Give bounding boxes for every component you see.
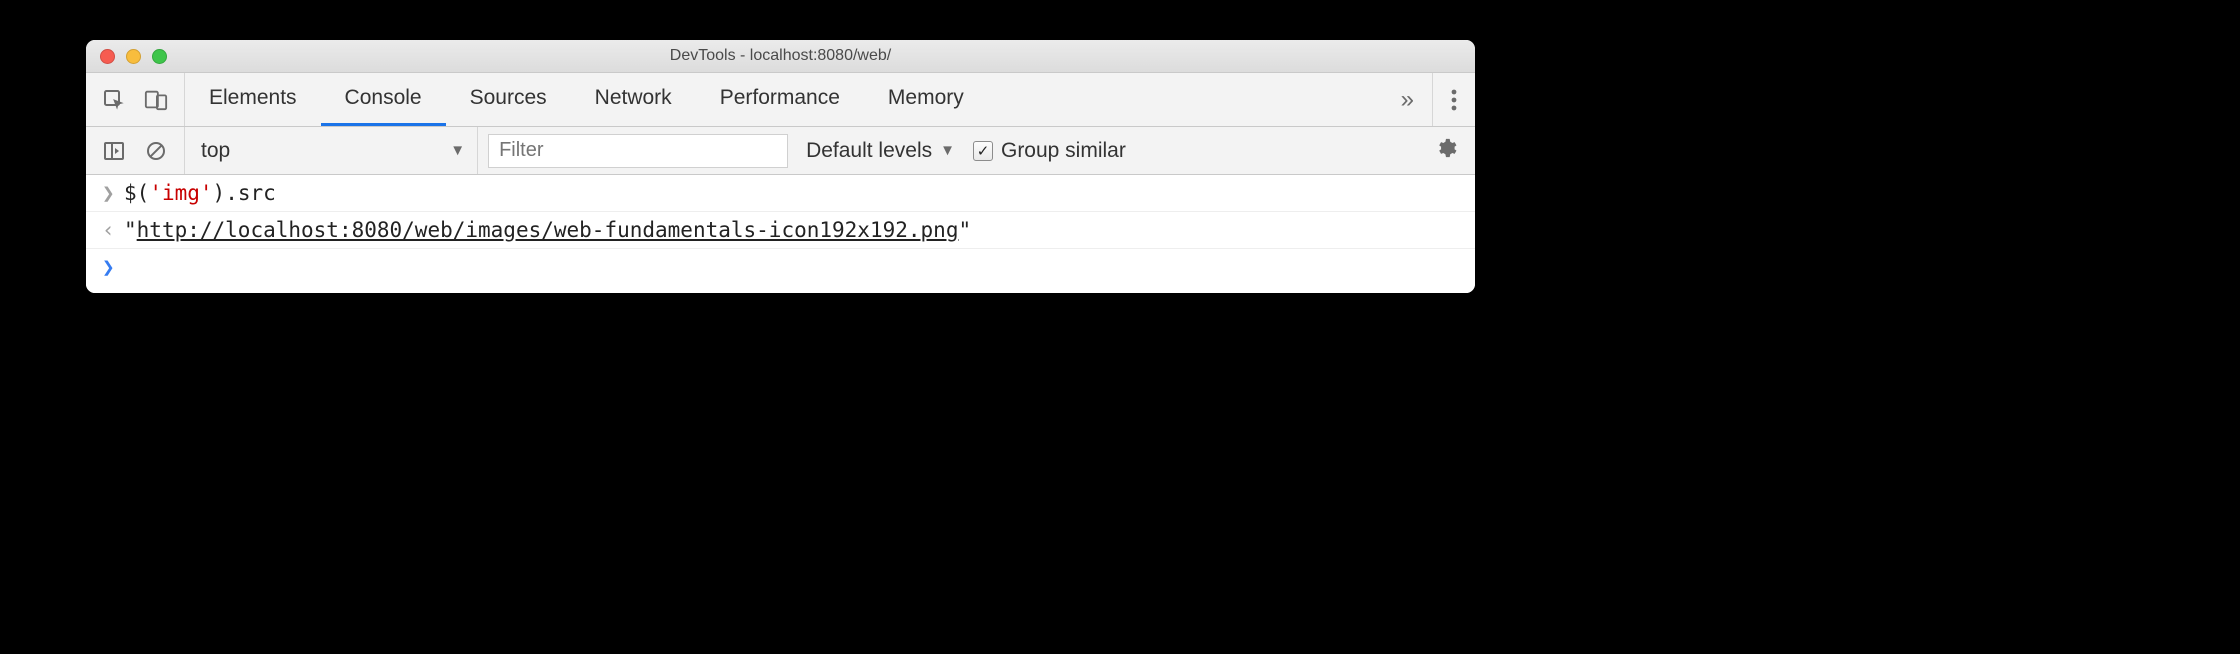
console-result-value: "http://localhost:8080/web/images/web-fu… (124, 218, 971, 242)
more-tabs-button[interactable]: » (1383, 73, 1433, 126)
result-quote: " (958, 218, 971, 242)
devtools-window: DevTools - localhost:8080/web/ Elements … (86, 40, 1475, 293)
console-settings-button[interactable] (1417, 137, 1475, 164)
tab-elements[interactable]: Elements (185, 73, 321, 126)
console-log-area: ❯ $('img').src ‹ "http://localhost:8080/… (86, 175, 1475, 293)
console-input-row: ❯ $('img').src (86, 175, 1475, 212)
device-toolbar-icon[interactable] (144, 88, 168, 112)
code-dot: . (225, 181, 238, 205)
tab-label: Performance (720, 86, 840, 110)
result-prompt-icon: ‹ (102, 218, 124, 242)
group-similar-toggle[interactable]: ✓ Group similar (973, 139, 1126, 163)
chevron-down-icon: ▼ (940, 142, 955, 159)
tab-label: Elements (209, 86, 297, 110)
console-active-prompt-row[interactable]: ❯ (86, 249, 1475, 293)
result-quote: " (124, 218, 137, 242)
code-punct: ) (213, 181, 226, 205)
inspector-controls (86, 73, 185, 126)
code-string: 'img' (149, 181, 212, 205)
chevron-double-right-icon: » (1401, 86, 1414, 114)
group-similar-label: Group similar (1001, 139, 1126, 163)
tab-network[interactable]: Network (571, 73, 696, 126)
window-controls (86, 49, 167, 64)
log-levels-select[interactable]: Default levels ▼ (806, 139, 955, 163)
result-url-link[interactable]: http://localhost:8080/web/images/web-fun… (137, 218, 959, 242)
input-prompt-icon: ❯ (102, 181, 124, 205)
tab-label: Memory (888, 86, 964, 110)
gear-icon (1435, 137, 1457, 159)
kebab-icon (1451, 89, 1457, 111)
console-toolbar: top ▼ Default levels ▼ ✓ Group similar (86, 127, 1475, 175)
active-prompt-icon: ❯ (102, 255, 124, 279)
panel-tabs: Elements Console Sources Network Perform… (185, 73, 1383, 126)
tab-label: Console (345, 86, 422, 110)
tab-label: Network (595, 86, 672, 110)
checkbox-checked-icon: ✓ (973, 141, 993, 161)
main-toolbar: Elements Console Sources Network Perform… (86, 73, 1475, 127)
tab-sources[interactable]: Sources (446, 73, 571, 126)
chevron-down-icon: ▼ (450, 142, 465, 159)
toggle-sidebar-icon[interactable] (102, 139, 126, 163)
code-fn: $ (124, 181, 137, 205)
context-selected-label: top (201, 139, 230, 163)
zoom-icon[interactable] (152, 49, 167, 64)
window-titlebar: DevTools - localhost:8080/web/ (86, 40, 1475, 73)
tab-performance[interactable]: Performance (696, 73, 864, 126)
window-title: DevTools - localhost:8080/web/ (86, 47, 1475, 65)
tab-console[interactable]: Console (321, 73, 446, 126)
close-icon[interactable] (100, 49, 115, 64)
console-result-row: ‹ "http://localhost:8080/web/images/web-… (86, 212, 1475, 249)
clear-console-icon[interactable] (144, 139, 168, 163)
execution-context-select[interactable]: top ▼ (185, 127, 478, 174)
code-punct: ( (137, 181, 150, 205)
inspect-element-icon[interactable] (102, 88, 126, 112)
settings-menu-button[interactable] (1433, 73, 1475, 126)
tab-memory[interactable]: Memory (864, 73, 988, 126)
console-entered-expression: $('img').src (124, 181, 276, 205)
minimize-icon[interactable] (126, 49, 141, 64)
console-left-controls (86, 127, 185, 174)
tab-label: Sources (470, 86, 547, 110)
levels-label: Default levels (806, 139, 932, 163)
code-prop: src (238, 181, 276, 205)
filter-input[interactable] (488, 134, 788, 168)
